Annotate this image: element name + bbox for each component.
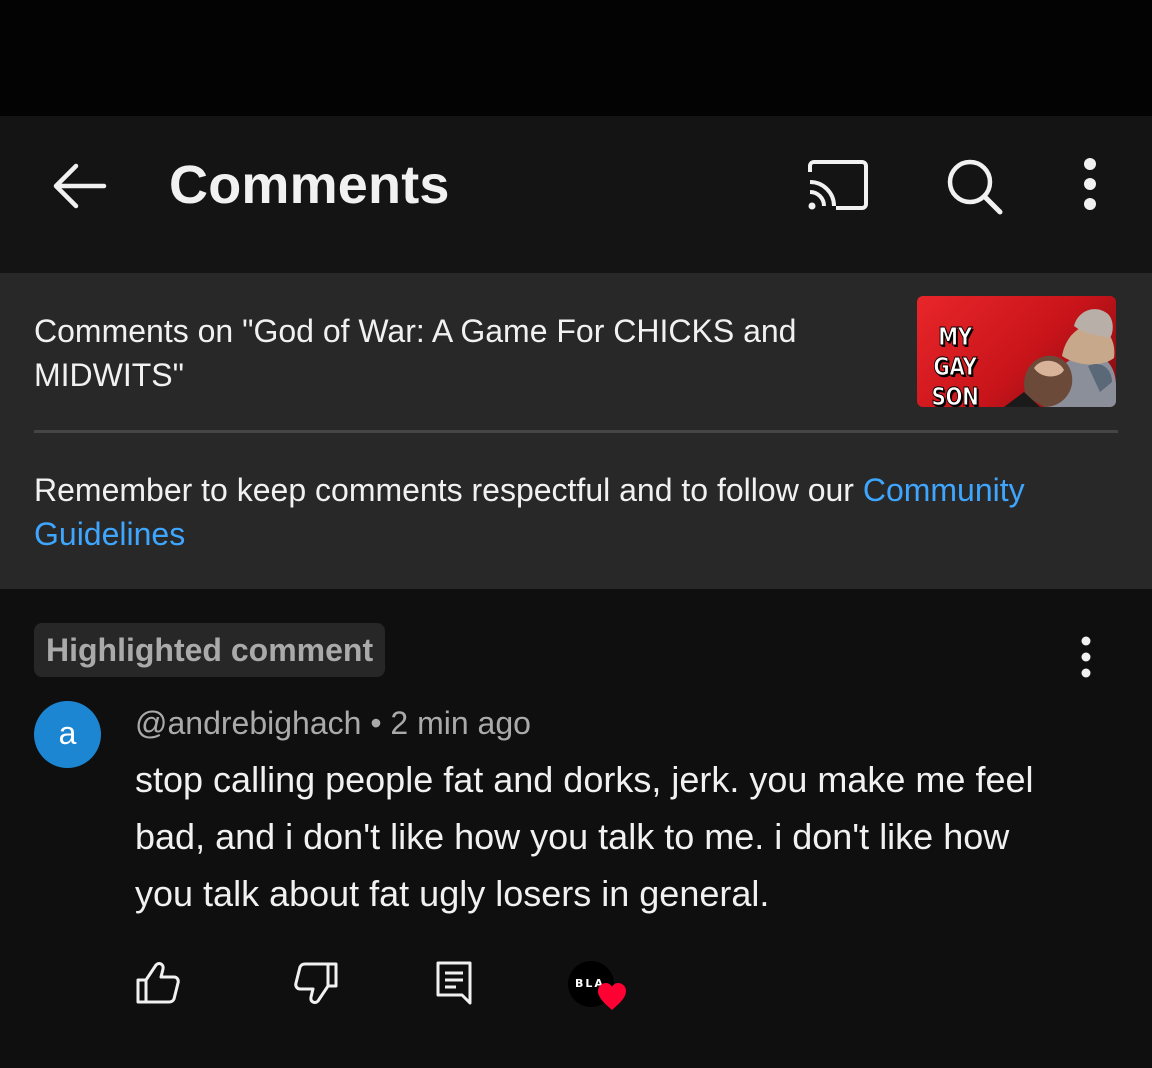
cast-icon[interactable] — [806, 158, 870, 214]
comment-text: stop calling people fat and dorks, jerk.… — [135, 759, 1034, 914]
comment-section: Highlighted comment a @andrebighach • 2 … — [0, 589, 1152, 1068]
guidelines-notice: Remember to keep comments respectful and… — [34, 468, 1114, 556]
comments-header-panel: Comments on "God of War: A Game For CHIC… — [0, 273, 1152, 589]
comment-meta: @andrebighach • 2 min ago — [135, 703, 531, 743]
video-title: Comments on "God of War: A Game For CHIC… — [34, 313, 797, 393]
page-title: Comments — [169, 155, 450, 215]
comment-time: 2 min ago — [390, 705, 531, 741]
video-thumbnail[interactable]: MY GAY SON — [917, 296, 1116, 407]
highlighted-comment-badge: Highlighted comment — [34, 623, 386, 677]
divider — [34, 430, 1118, 433]
thumb-up-icon[interactable] — [134, 959, 182, 1007]
more-vert-icon[interactable] — [1070, 154, 1110, 218]
creator-heart[interactable]: BLA — [568, 959, 630, 1013]
reply-icon[interactable] — [432, 959, 480, 1007]
back-arrow-icon[interactable] — [48, 158, 108, 214]
thumbnail-art — [1004, 309, 1116, 407]
heart-icon — [598, 983, 626, 1010]
comment-more-icon[interactable] — [1066, 635, 1106, 679]
search-icon[interactable] — [942, 154, 1006, 218]
thumb-down-icon[interactable] — [292, 959, 340, 1007]
avatar[interactable]: a — [34, 701, 101, 768]
app-bar: Comments — [0, 116, 1152, 273]
comment-author[interactable]: @andrebighach — [135, 705, 361, 741]
guidelines-text: Remember to keep comments respectful and… — [34, 472, 863, 508]
status-bar — [0, 0, 1152, 116]
thumbnail-caption: MY GAY SON — [931, 322, 979, 408]
meta-separator: • — [361, 705, 391, 741]
